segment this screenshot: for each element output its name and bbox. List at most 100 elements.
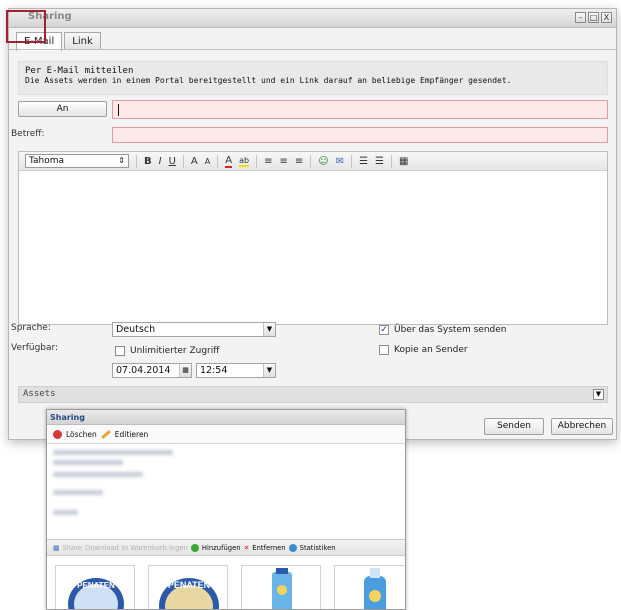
add-icon — [190, 543, 199, 552]
bold-icon[interactable]: B — [144, 156, 152, 167]
blurred-text — [53, 460, 123, 465]
availability-label: Verfügbar: — [11, 343, 59, 353]
toolbar-divider — [391, 154, 392, 168]
add-button[interactable]: Hinzufügen — [202, 544, 241, 552]
insert-image-icon[interactable]: ✉ — [336, 156, 344, 167]
send-via-system-label: Über das System senden — [394, 325, 507, 335]
info-text: Die Assets werden in einem Portal bereit… — [25, 76, 512, 85]
date-value: 07.04.2014 — [116, 365, 171, 376]
font-shrink-icon[interactable]: A — [205, 157, 210, 166]
asset-thumbnail[interactable] — [334, 565, 405, 609]
date-input[interactable]: 07.04.2014 ▦ — [112, 363, 192, 378]
language-value: Deutsch — [116, 324, 156, 335]
language-select[interactable]: Deutsch ▼ — [112, 322, 276, 337]
remove-icon: ✕ — [243, 543, 250, 552]
font-grow-icon[interactable]: A — [191, 156, 198, 167]
sharing-panel: Sharing Löschen Editieren ▦ Share Downlo… — [46, 409, 406, 610]
recipient-input[interactable] — [112, 100, 608, 119]
remove-button[interactable]: Entfernen — [252, 544, 285, 552]
font-color-icon[interactable]: A — [225, 155, 233, 168]
statistics-button[interactable]: Statistiken — [300, 544, 336, 552]
underline-icon[interactable]: U — [169, 156, 176, 167]
italic-icon[interactable]: I — [159, 156, 162, 167]
penaten-tin-image: PENATEN — [68, 578, 124, 609]
dialog-titlebar: Sharing – □ X — [9, 9, 616, 28]
add-to-cart-button[interactable]: In Warenkorb legen — [122, 544, 188, 552]
chevron-down-icon: ▼ — [263, 364, 275, 377]
sharing-panel-title: Sharing — [47, 410, 405, 425]
time-select[interactable]: 12:54 ▼ — [196, 363, 276, 378]
font-select-value: Tahoma — [29, 156, 65, 166]
chevron-updown-icon: ⇕ — [118, 156, 125, 165]
send-via-system-checkbox[interactable]: ✓ — [379, 325, 389, 335]
thumbnail-label: PENATEN — [168, 580, 210, 590]
send-button[interactable]: Senden — [484, 418, 544, 435]
insert-link-icon[interactable]: ☺ — [318, 156, 328, 167]
download-button[interactable]: Download — [85, 544, 119, 552]
cancel-button[interactable]: Abbrechen — [551, 418, 613, 435]
source-code-icon[interactable]: ▦ — [399, 156, 408, 167]
delete-button[interactable]: Löschen — [66, 430, 97, 439]
sharing-dialog: Sharing – □ X E-Mail Link Per E-Mail mit… — [8, 8, 617, 440]
calendar-icon[interactable]: ▦ — [179, 364, 191, 377]
chevron-down-icon: ▼ — [263, 323, 275, 336]
highlight-color-icon[interactable]: ab — [239, 156, 250, 167]
subject-label: Betreff: — [11, 129, 45, 139]
penaten-tin-image: PENATEN — [159, 578, 219, 609]
toolbar-divider — [351, 154, 353, 168]
align-left-icon[interactable]: ≡ — [264, 156, 272, 167]
recipient-button[interactable]: An — [18, 101, 107, 117]
statistics-icon — [288, 543, 297, 552]
asset-thumbnail[interactable]: PENATEN — [148, 565, 228, 609]
asset-thumbnail[interactable]: PENATEN — [55, 565, 135, 609]
assets-label: Assets — [23, 389, 56, 399]
info-box: Per E-Mail mitteilen Die Assets werden i… — [18, 61, 608, 95]
asset-thumbnail[interactable] — [241, 565, 321, 609]
share-button[interactable]: Share — [62, 544, 82, 552]
edit-button[interactable]: Editieren — [115, 430, 149, 439]
subject-input[interactable] — [112, 127, 608, 143]
tube-image — [272, 568, 292, 609]
editor-toolbar: Tahoma ⇕ B I U A A A ab ≡ ≡ ≡ ☺ ✉ ☰ ☰ ▦ — [19, 152, 607, 171]
bottle-image — [364, 568, 386, 609]
info-heading: Per E-Mail mitteilen — [25, 66, 134, 76]
close-button[interactable]: X — [601, 12, 612, 23]
unlimited-access-label: Unlimitierter Zugriff — [130, 346, 220, 356]
language-label: Sprache: — [11, 323, 51, 333]
toolbar-divider — [217, 154, 219, 168]
sharing-panel-actions: Löschen Editieren — [47, 425, 405, 444]
align-center-icon[interactable]: ≡ — [279, 156, 287, 167]
toolbar-divider — [136, 154, 137, 168]
tab-bar: E-Mail Link — [16, 32, 101, 51]
toolbar-divider — [256, 154, 258, 168]
delete-icon — [53, 429, 62, 439]
assets-panel-header[interactable]: Assets ▼ — [18, 386, 608, 403]
ordered-list-icon[interactable]: ☰ — [359, 156, 368, 167]
font-select[interactable]: Tahoma ⇕ — [25, 154, 129, 168]
pencil-icon — [101, 429, 111, 439]
minimize-button[interactable]: – — [575, 12, 586, 23]
editor-body[interactable] — [19, 171, 607, 325]
tab-divider — [9, 49, 616, 50]
sharing-panel-content — [47, 444, 405, 539]
blurred-text — [53, 450, 173, 455]
sharing-panel-toolbar: ▦ Share Download In Warenkorb legen Hinz… — [47, 539, 405, 556]
copy-to-sender-label: Kopie an Sender — [394, 345, 468, 355]
window-controls: – □ X — [575, 12, 612, 23]
blurred-text — [53, 472, 143, 477]
time-value: 12:54 — [200, 365, 228, 376]
expand-icon[interactable]: ▼ — [593, 389, 604, 400]
thumbnail-label: PENATEN — [77, 581, 115, 590]
align-right-icon[interactable]: ≡ — [295, 156, 303, 167]
tab-link[interactable]: Link — [64, 32, 101, 50]
text-cursor — [118, 104, 119, 116]
copy-to-sender-checkbox[interactable] — [379, 345, 389, 355]
maximize-button[interactable]: □ — [588, 12, 599, 23]
dialog-title: Sharing — [28, 11, 72, 22]
blurred-text — [53, 490, 103, 495]
unlimited-access-checkbox[interactable] — [115, 346, 125, 356]
message-editor: Tahoma ⇕ B I U A A A ab ≡ ≡ ≡ ☺ ✉ ☰ ☰ ▦ — [18, 151, 608, 325]
select-all-icon[interactable]: ▦ — [53, 544, 59, 552]
toolbar-divider — [310, 154, 312, 168]
unordered-list-icon[interactable]: ☰ — [375, 156, 384, 167]
